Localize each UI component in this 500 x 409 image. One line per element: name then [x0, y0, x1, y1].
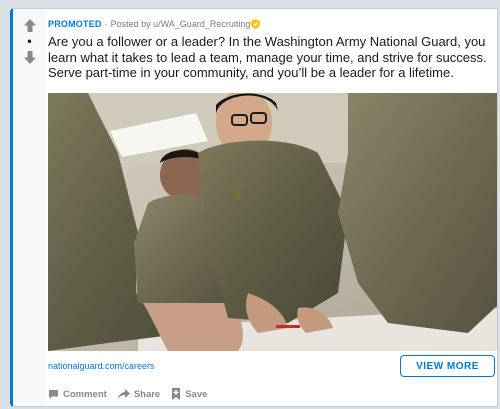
share-icon — [117, 388, 130, 399]
save-icon — [172, 388, 181, 400]
link-row: nationalguard.com/careers VIEW MORE — [48, 350, 495, 382]
upvote-icon — [23, 18, 36, 32]
save-button[interactable]: Save — [171, 388, 207, 400]
view-more-button[interactable]: VIEW MORE — [400, 355, 495, 377]
promoted-label: PROMOTED — [48, 19, 102, 29]
save-label: Save — [185, 388, 208, 400]
promoted-post-card[interactable]: • PROMOTED · Posted by u/WA_Guard_Recrui… — [10, 8, 498, 407]
meta-separator: · — [104, 19, 108, 29]
post-meta: PROMOTED · Posted by u/WA_Guard_Recruiti… — [48, 18, 495, 30]
moderator-badge-icon — [251, 19, 261, 29]
post-image[interactable] — [48, 93, 497, 351]
post-title[interactable]: Are you a follower or a leader? In the W… — [48, 34, 488, 81]
outbound-link[interactable]: nationalguard.com/careers — [48, 361, 155, 371]
vote-count: • — [27, 34, 32, 48]
upvote-button[interactable] — [20, 16, 40, 34]
share-label: Share — [133, 388, 161, 400]
comment-icon — [49, 389, 58, 399]
downvote-icon — [23, 50, 36, 64]
share-button[interactable]: Share — [117, 388, 161, 400]
downvote-button[interactable] — [20, 48, 40, 66]
soldiers-photo — [48, 93, 497, 351]
posted-by-link[interactable]: Posted by u/WA_Guard_Recruiting — [111, 19, 251, 29]
comment-button[interactable]: Comment — [48, 389, 107, 400]
post-actions: Comment Share Save — [48, 381, 218, 406]
post-content: PROMOTED · Posted by u/WA_Guard_Recruiti… — [48, 9, 495, 81]
vote-column: • — [13, 9, 46, 406]
comment-label: Comment — [63, 388, 107, 400]
